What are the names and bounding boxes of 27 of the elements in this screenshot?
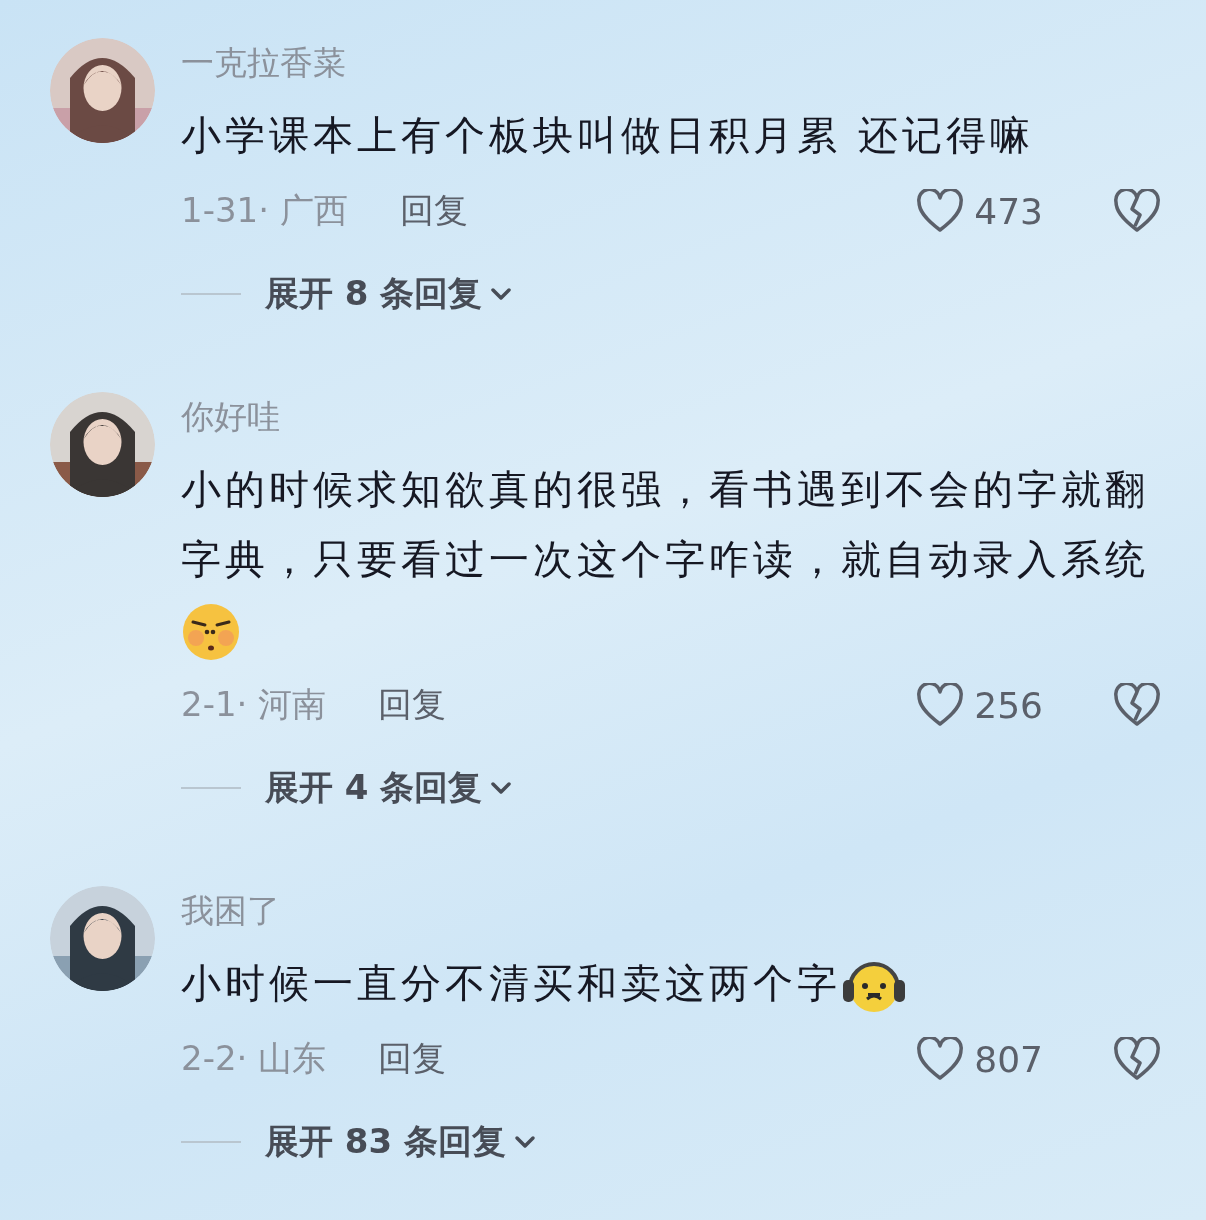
expand-replies-button[interactable]: 展开 83 条回复: [265, 1119, 536, 1165]
broken-heart-icon[interactable]: [1113, 683, 1161, 727]
username[interactable]: 你好哇: [181, 392, 280, 442]
date-location: 2-1· 河南: [181, 683, 327, 726]
heart-icon[interactable]: [916, 189, 965, 233]
expand-replies-button[interactable]: 展开 8 条回复: [265, 271, 513, 317]
chevron-icon: [490, 287, 513, 301]
reply-link[interactable]: 回复: [378, 1036, 447, 1082]
broken-heart-icon[interactable]: [1113, 189, 1161, 233]
chevron-icon: [490, 781, 513, 795]
like-count: 473: [974, 190, 1043, 232]
heart-icon[interactable]: [916, 683, 965, 727]
reply-link[interactable]: 回复: [378, 682, 447, 728]
reply-link[interactable]: 回复: [399, 188, 468, 234]
like-count: 807: [974, 1038, 1043, 1080]
date-location: 2-2· 山东: [181, 1037, 327, 1080]
emoji-icon: [181, 602, 241, 662]
expand-replies-button[interactable]: 展开 4 条回复: [265, 765, 513, 811]
like-count: 256: [974, 684, 1043, 726]
broken-heart-icon[interactable]: [1113, 1037, 1161, 1081]
date-location: 1-31· 广西: [181, 189, 348, 232]
username[interactable]: 我困了: [181, 886, 280, 936]
comment-text: 小时候一直分不清买和卖这两个字: [181, 960, 841, 1006]
chevron-icon: [514, 1135, 536, 1149]
comment-text: 小学课本上有个板块叫做日积月累 还记得嘛: [181, 112, 1034, 158]
heart-icon[interactable]: [916, 1037, 965, 1081]
comment-text: 小的时候求知欲真的很强，看书遇到不会的字就翻字典，只要看过一次这个字咋读，就自动录入系统: [181, 466, 1149, 582]
